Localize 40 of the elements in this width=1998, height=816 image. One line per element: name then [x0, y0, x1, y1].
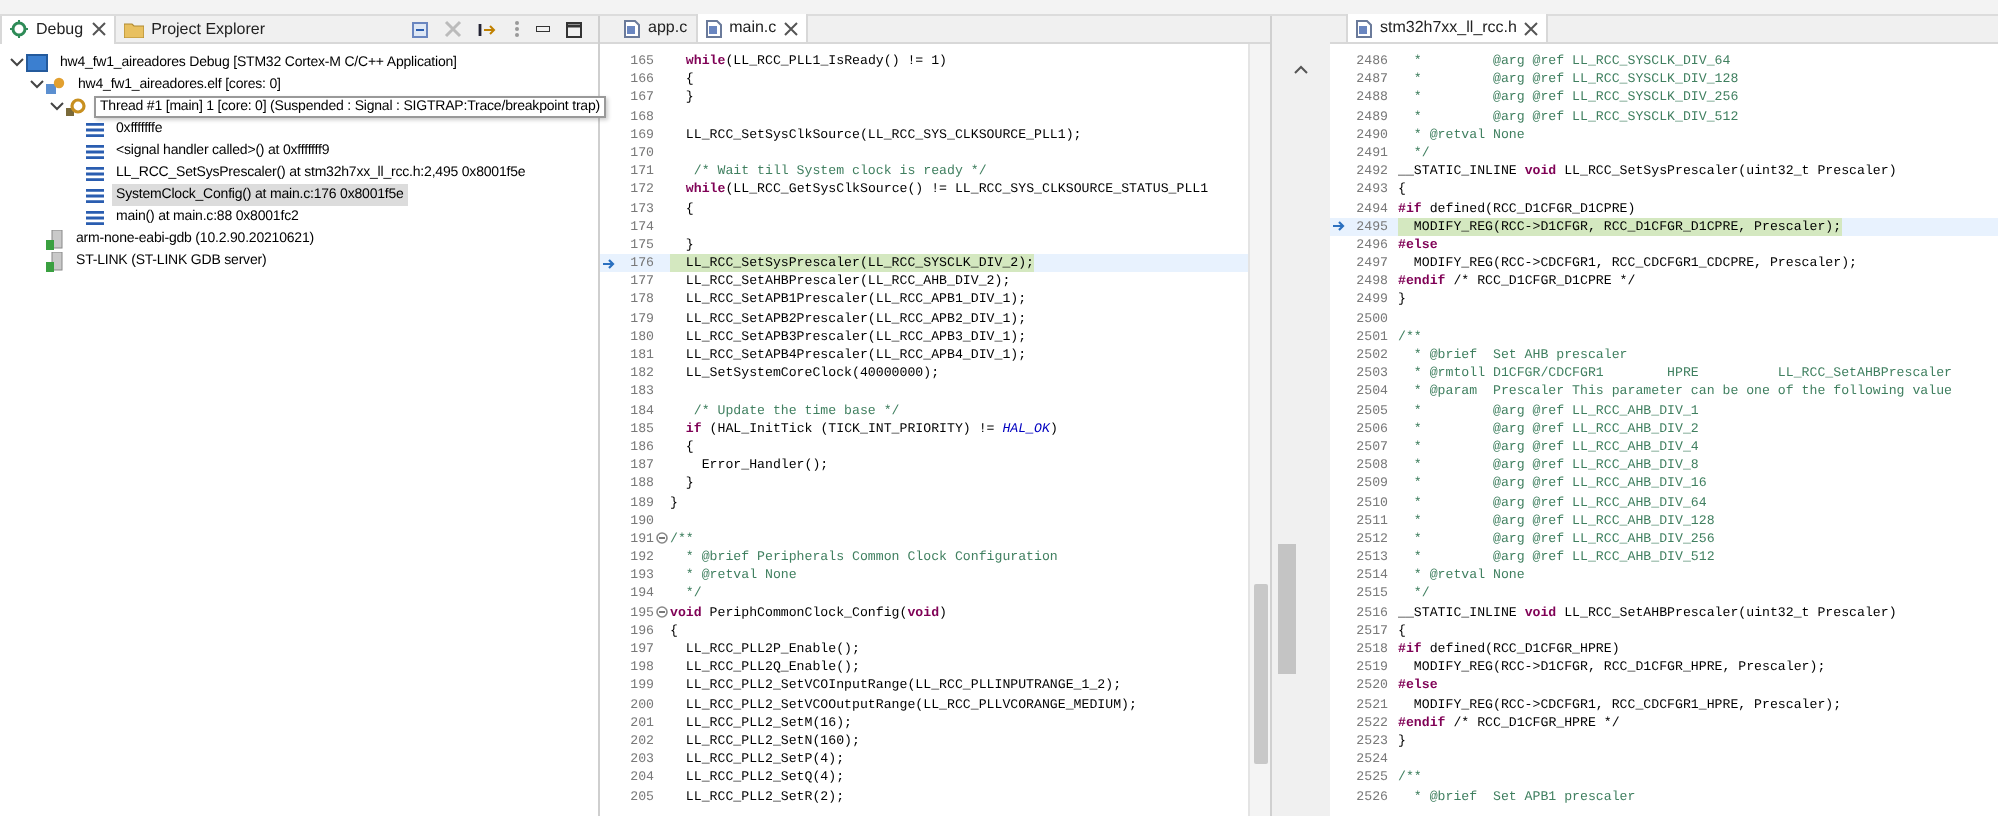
file-icon [624, 19, 640, 37]
stack-frame-icon [86, 209, 104, 225]
gear-icon [66, 97, 86, 117]
instruction-pointer-icon [602, 257, 616, 270]
folder-icon [123, 20, 144, 38]
close-icon [1524, 21, 1539, 35]
editor-tab[interactable]: stm32h7xx_ll_rcc.h [1346, 14, 1549, 42]
stack-frame-icon [86, 121, 104, 137]
more-options-icon [514, 20, 520, 38]
stack-frame-icon [86, 165, 104, 181]
close-icon [91, 22, 106, 36]
stack-frame-icon [86, 143, 104, 159]
scrollbar[interactable] [1248, 44, 1270, 816]
panel-tab[interactable]: Project Explorer [115, 15, 273, 43]
scrollbar-thumb[interactable] [1254, 584, 1268, 764]
fold-icon[interactable] [656, 606, 668, 619]
collapse-all-icon [412, 21, 428, 37]
minimize-icon [536, 26, 550, 32]
scroll-up-icon [1294, 64, 1308, 74]
instruction-pointer-icon [1332, 220, 1346, 233]
maximize-icon [566, 21, 582, 37]
panel-tab[interactable]: Debug [0, 15, 116, 43]
scrollbar-thumb[interactable] [1278, 544, 1296, 674]
fold-icon[interactable] [656, 532, 668, 545]
editor-tab[interactable]: main.c [695, 14, 809, 42]
process-icon [46, 75, 66, 95]
gear-icon [10, 20, 28, 38]
file-icon [705, 19, 722, 37]
editor-tab[interactable]: app.c [616, 14, 696, 42]
disconnect-icon [444, 20, 462, 38]
chevron-down-icon[interactable] [49, 102, 63, 112]
terminal-icon [46, 251, 64, 271]
chevron-down-icon[interactable] [29, 80, 43, 90]
terminal-icon [46, 229, 64, 249]
step-icon [478, 21, 498, 37]
chevron-down-icon[interactable] [9, 58, 23, 68]
file-icon [1356, 19, 1372, 37]
close-icon [784, 21, 799, 35]
application-icon [26, 54, 48, 72]
stack-frame-icon [86, 187, 104, 203]
